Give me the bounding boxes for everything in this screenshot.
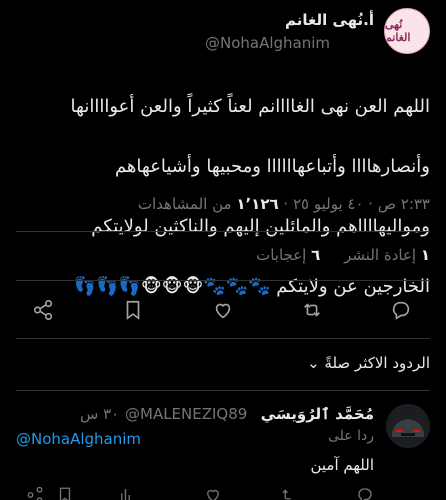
author-name[interactable]: أ.نُهى الغانم <box>285 11 374 29</box>
share-icon <box>33 300 53 320</box>
replying-to-handle[interactable]: @NohaAlghanim <box>16 430 141 448</box>
reply-avatar[interactable] <box>386 404 430 448</box>
divider <box>16 231 430 232</box>
tweet-stats: ١ إعادة النشر ٦ إعجابات <box>256 246 430 264</box>
reply-like-button[interactable] <box>204 486 226 500</box>
reply-author-name[interactable]: مُحَمَّد ٱلرُوَيسَي <box>261 405 374 423</box>
divider <box>16 338 430 339</box>
likes-count: ٦ <box>311 246 321 264</box>
share-button[interactable] <box>29 296 57 324</box>
reply-author-handle[interactable]: @MALENEZIQ89 <box>125 405 247 423</box>
author-handle[interactable]: @NohaAlghanim <box>205 34 330 52</box>
views-count: ١٬١٢٦ <box>236 195 279 213</box>
reply-actions <box>0 486 446 500</box>
divider <box>16 390 430 391</box>
reply-views-button[interactable] <box>118 486 140 500</box>
reply-repost-button[interactable] <box>280 486 302 500</box>
like-button[interactable] <box>209 296 237 324</box>
replies-sort-label: الردود الاكثر صلةً <box>324 354 430 372</box>
reply-icon <box>358 488 372 500</box>
replying-to-label: ردا على <box>328 428 374 444</box>
bookmark-button[interactable] <box>119 296 147 324</box>
bookmark-icon <box>59 487 71 500</box>
tweet-header: نُهى الغانم أ.نُهى الغانم @NohaAlghanim <box>0 0 446 58</box>
divider <box>16 280 430 281</box>
reply-icon <box>392 301 410 320</box>
like-icon <box>207 489 219 500</box>
likes-label: إعجابات <box>256 246 307 264</box>
reply-time: ٣٠ س <box>80 405 120 423</box>
views-label: من المشاهدات <box>137 195 232 213</box>
repost-icon <box>304 303 320 317</box>
author-avatar-text: نُهى الغانم <box>385 18 411 44</box>
reposts-label: إعادة النشر <box>344 246 417 264</box>
tweet-line: وأنصارهاااا وأتباعهاااااا ومحبيها وأشياع… <box>114 156 430 177</box>
author-avatar[interactable]: نُهى الغانم <box>384 8 430 54</box>
reply-reply-button[interactable] <box>356 486 378 500</box>
bookmark-icon <box>126 300 140 320</box>
car-icon <box>386 404 430 448</box>
reposts-count: ١ <box>420 246 430 264</box>
tweet-line: ومواليهااااهم والمائلين إليهم والناكثين … <box>91 216 430 237</box>
reply-text: اللهم آمين <box>310 456 374 474</box>
like-icon <box>215 303 231 319</box>
reposts-stat[interactable]: ١ إعادة النشر <box>344 246 430 264</box>
repost-icon <box>282 489 291 500</box>
reply-bookmark-button[interactable] <box>56 486 78 500</box>
likes-stat[interactable]: ٦ إعجابات <box>256 246 320 264</box>
reply-share-button[interactable] <box>26 486 48 500</box>
share-icon <box>27 486 43 500</box>
tweet-meta: ٢:٣٣ ص · ٤٠ يوليو ٢٥ · ١٬١٢٦ من المشاهدا… <box>137 195 430 213</box>
views-icon <box>121 489 130 500</box>
repost-button[interactable] <box>298 296 326 324</box>
tweet-line: اللهم العن نهى الغاااانم لعناً كثيراً وا… <box>70 96 430 117</box>
tweet-time[interactable]: ٢:٣٣ ص <box>378 195 430 213</box>
replies-sort-dropdown[interactable]: الردود الاكثر صلةً ⌄ <box>307 354 430 372</box>
tweet-actions <box>0 296 446 324</box>
reply-button[interactable] <box>387 296 415 324</box>
tweet-date[interactable]: ٤٠ يوليو ٢٥ <box>293 195 364 213</box>
chevron-down-icon: ⌄ <box>307 354 320 372</box>
